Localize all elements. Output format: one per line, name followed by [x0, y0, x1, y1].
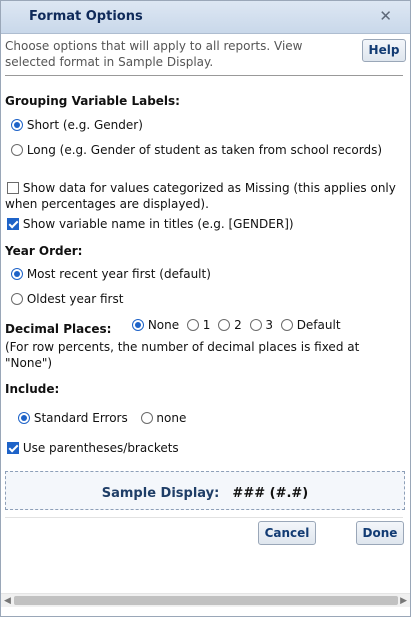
include-none-label: none	[156, 411, 187, 425]
year-order-heading: Year Order:	[5, 244, 83, 258]
decimal-heading: Decimal Places:	[5, 322, 112, 336]
standard-errors-radio[interactable]	[18, 412, 30, 424]
scroll-right-icon[interactable]: ▶	[400, 596, 407, 606]
short-label: Short (e.g. Gender)	[26, 118, 143, 132]
decimal-1-label: 1	[202, 318, 211, 332]
intro-text: Choose options that will apply to all re…	[5, 39, 303, 69]
oldest-label: Oldest year first	[26, 292, 124, 306]
close-icon[interactable]: ✕	[379, 7, 392, 25]
decimal-none-label: None	[147, 318, 180, 332]
year-oldest-option[interactable]: Oldest year first	[11, 292, 123, 306]
title-bar[interactable]: Format Options ✕	[1, 1, 410, 34]
include-heading: Include:	[5, 382, 60, 396]
footer-separator	[5, 517, 403, 518]
missing-label-line2: when percentages are displayed).	[5, 197, 209, 211]
include-none-radio[interactable]	[140, 412, 153, 424]
include-options: Standard Errors none	[18, 411, 186, 425]
varname-option[interactable]: Show variable name in titles (e.g. [GEND…	[7, 217, 294, 231]
dialog-title: Format Options	[29, 9, 143, 24]
grouping-long-option[interactable]: Long (e.g. Gender of student as taken fr…	[11, 143, 382, 157]
sample-display-value: ### (#.#)	[232, 486, 309, 501]
horizontal-scrollbar[interactable]: ◀ ▶	[1, 593, 410, 607]
recent-radio[interactable]	[11, 268, 23, 280]
grouping-heading: Grouping Variable Labels:	[5, 94, 180, 108]
parentheses-label: Use parentheses/brackets	[22, 441, 179, 455]
decimal-none-radio[interactable]	[132, 319, 144, 331]
standard-errors-label: Standard Errors	[33, 411, 128, 425]
decimal-2-label: 2	[234, 318, 242, 332]
missing-checkbox[interactable]	[7, 182, 19, 194]
dialog-content: Choose options that will apply to all re…	[1, 34, 410, 594]
parentheses-option[interactable]: Use parentheses/brackets	[7, 441, 179, 455]
year-recent-option[interactable]: Most recent year first (default)	[11, 267, 211, 281]
scroll-left-icon[interactable]: ◀	[4, 596, 11, 606]
parentheses-checkbox[interactable]	[7, 442, 19, 454]
decimal-3-label: 3	[265, 318, 274, 332]
help-button[interactable]: Help	[362, 39, 406, 62]
grouping-short-option[interactable]: Short (e.g. Gender)	[11, 118, 143, 132]
oldest-radio[interactable]	[11, 293, 23, 305]
scrollbar-thumb[interactable]	[14, 596, 398, 605]
missing-option[interactable]: Show data for values categorized as Miss…	[7, 181, 396, 195]
done-button[interactable]: Done	[356, 521, 404, 545]
sample-display-box: Sample Display: ### (#.#)	[5, 471, 405, 510]
long-radio[interactable]	[11, 144, 23, 156]
decimal-2-radio[interactable]	[218, 319, 231, 331]
format-options-dialog: Format Options ✕ Choose options that wil…	[0, 0, 411, 617]
cancel-button[interactable]: Cancel	[258, 521, 316, 545]
short-radio[interactable]	[11, 119, 23, 131]
decimal-3-radio[interactable]	[249, 319, 262, 331]
decimal-1-radio[interactable]	[186, 319, 199, 331]
recent-label: Most recent year first (default)	[26, 267, 211, 281]
missing-label-line1: Show data for values categorized as Miss…	[22, 181, 396, 195]
decimal-note-line2: "None")	[5, 356, 53, 370]
decimal-default-radio[interactable]	[280, 319, 293, 331]
decimal-note-line1: (For row percents, the number of decimal…	[5, 340, 360, 354]
varname-label: Show variable name in titles (e.g. [GEND…	[22, 217, 294, 231]
decimal-default-label: Default	[296, 318, 341, 332]
sample-display-label: Sample Display:	[101, 486, 220, 501]
divider	[5, 75, 403, 76]
long-label: Long (e.g. Gender of student as taken fr…	[26, 143, 383, 157]
varname-checkbox[interactable]	[7, 218, 19, 230]
decimal-options: None 1 2 3 Default	[132, 318, 341, 332]
